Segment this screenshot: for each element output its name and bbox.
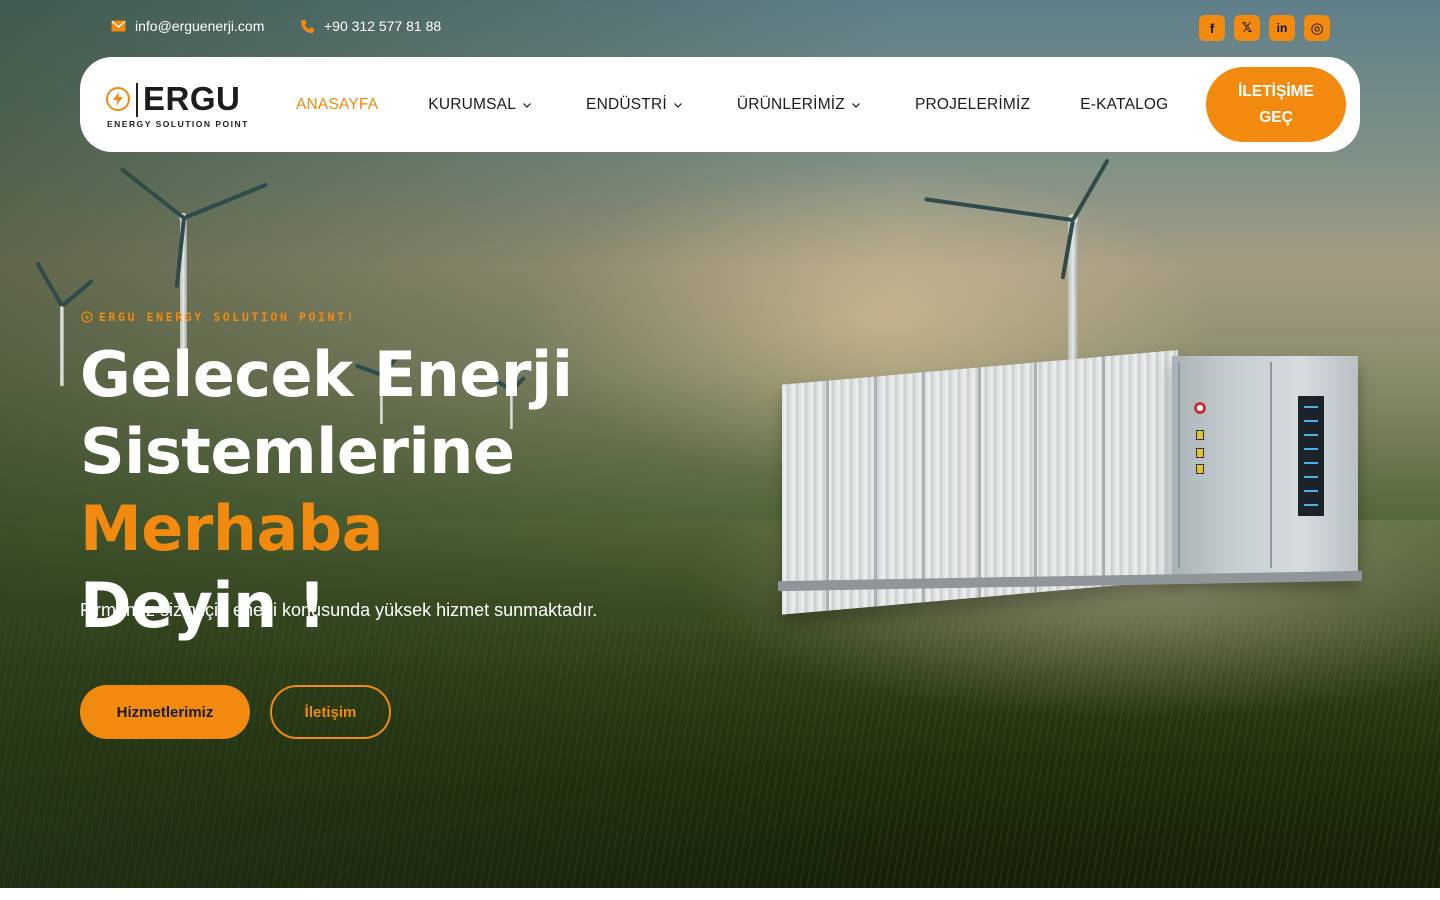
headline-line-2: Sistemlerine [80, 415, 515, 488]
main-navbar: ERGU ENERGY SOLUTION POINT ANASAYFA KURU… [80, 57, 1360, 152]
instagram-icon[interactable]: ◎ [1304, 15, 1330, 41]
chevron-down-icon [852, 102, 860, 108]
email-text: info@erguenerji.com [135, 18, 265, 34]
hero-eyebrow: ERGU ENERGY SOLUTION POINT! [81, 310, 356, 324]
nav-item-endustri[interactable]: ENDÜSTRİ [586, 96, 683, 114]
headline-accent: Merhaba [80, 492, 384, 565]
hero-headline: Gelecek Enerji Sistemlerine Merhaba Deyi… [80, 336, 780, 644]
facebook-icon[interactable]: f [1199, 15, 1225, 41]
brand-tagline: ENERGY SOLUTION POINT [107, 119, 249, 129]
nav-item-label: ENDÜSTRİ [586, 95, 667, 113]
nav-item-label: E-KATALOG [1080, 95, 1169, 113]
logo-divider [136, 83, 138, 117]
nav-item-label: ÜRÜNLERİMİZ [736, 95, 845, 113]
nav-item-label: PROJELERİMİZ [914, 95, 1031, 113]
social-links: f 𝕏 in ◎ [1199, 15, 1330, 41]
linkedin-icon[interactable]: in [1269, 15, 1295, 41]
brand-logo[interactable]: ERGU ENERGY SOLUTION POINT [106, 80, 249, 129]
phone-text: +90 312 577 81 88 [324, 18, 442, 34]
nav-item-anasayfa[interactable]: ANASAYFA [296, 96, 378, 114]
topbar: info@erguenerji.com +90 312 577 81 88 f … [0, 0, 1440, 56]
headline-line-1: Gelecek Enerji [80, 338, 573, 411]
services-button[interactable]: Hizmetlerimiz [80, 685, 250, 739]
nav-item-kurumsal[interactable]: KURUMSAL [428, 96, 532, 114]
hero-subtitle: Firmamız sizin için enerji konusunda yük… [80, 600, 598, 620]
envelope-icon [110, 18, 126, 34]
eyebrow-text: ERGU ENERGY SOLUTION POINT! [99, 310, 357, 324]
chevron-down-icon [523, 102, 531, 108]
contact-cta-button[interactable]: İLETİŞİME GEÇ [1206, 67, 1346, 142]
chevron-down-icon [673, 102, 682, 108]
phone-contact[interactable]: +90 312 577 81 88 [299, 18, 441, 34]
x-icon[interactable]: 𝕏 [1234, 15, 1260, 41]
nav-item-label: KURUMSAL [428, 95, 517, 113]
nav-item-urunlerimiz[interactable]: ÜRÜNLERİMİZ [737, 96, 861, 114]
nav-item-projelerimiz[interactable]: PROJELERİMİZ [915, 96, 1030, 114]
email-contact[interactable]: info@erguenerji.com [110, 18, 264, 34]
bolt-icon [106, 87, 130, 111]
nav-item-label: ANASAYFA [296, 95, 379, 113]
phone-icon [299, 18, 315, 34]
nav-menu: ANASAYFA KURUMSAL ENDÜSTRİ ÜRÜNLERİMİZ P… [296, 57, 1168, 152]
bolt-icon [81, 311, 93, 323]
battery-cabinet [1172, 356, 1358, 578]
brand-name: ERGU [143, 80, 241, 117]
contact-button[interactable]: İletişim [270, 685, 391, 739]
nav-item-ekatalog[interactable]: E-KATALOG [1080, 96, 1168, 114]
